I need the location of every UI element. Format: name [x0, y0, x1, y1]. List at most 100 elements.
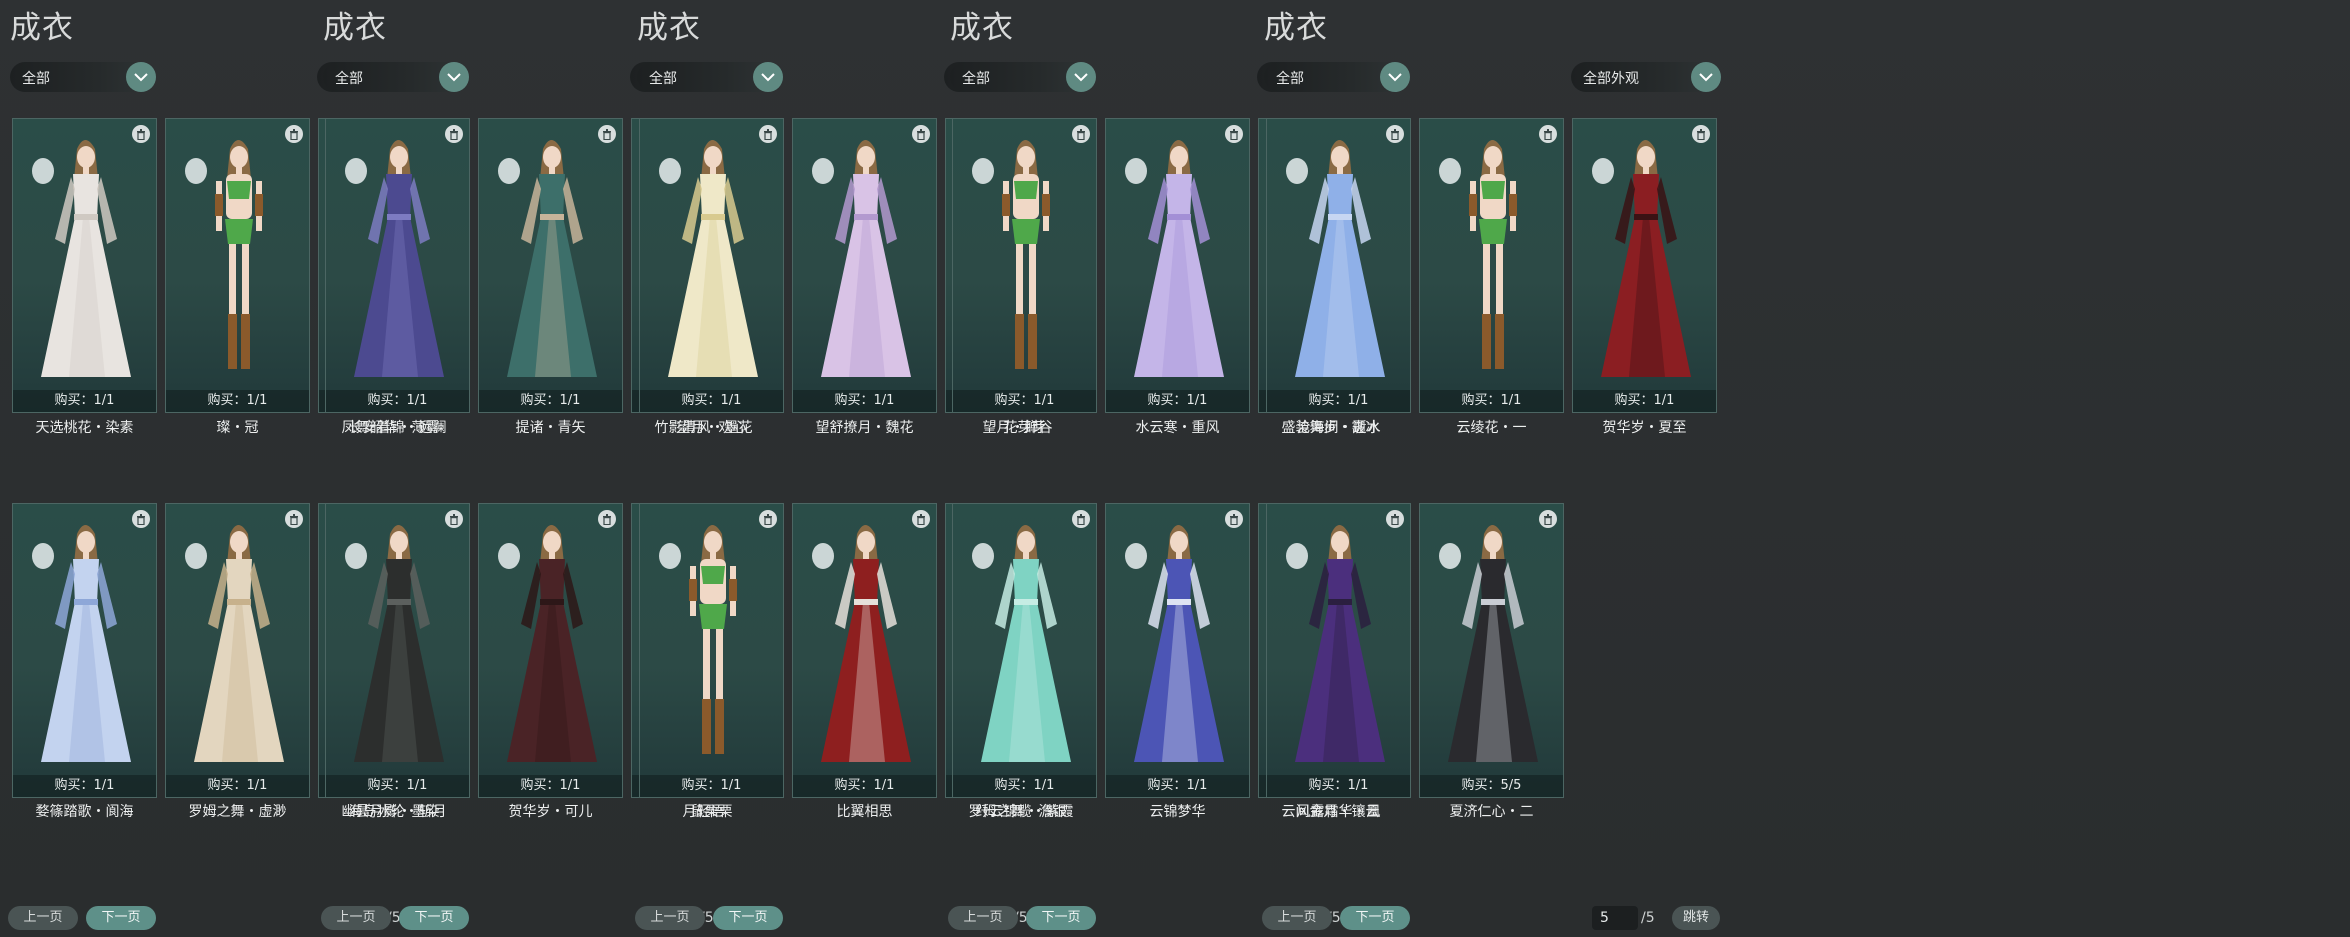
- character-figure: [1439, 140, 1517, 369]
- character-figure: [1592, 140, 1691, 377]
- character-figure: [32, 525, 131, 762]
- next-page-button[interactable]: 下一页: [86, 906, 156, 930]
- purchase-count: 购买：1/1: [166, 390, 309, 412]
- purchase-count: 购买：1/1: [640, 775, 783, 797]
- trash-icon[interactable]: [445, 125, 463, 143]
- trash-icon[interactable]: [1692, 125, 1710, 143]
- outfit-card[interactable]: 购买：1/1: [165, 503, 310, 798]
- page-title: 成衣: [10, 10, 74, 46]
- character-figure: [659, 525, 737, 754]
- trash-icon[interactable]: [1225, 125, 1243, 143]
- purchase-count: 购买：1/1: [166, 775, 309, 797]
- trash-icon[interactable]: [912, 510, 930, 528]
- chevron-down-icon[interactable]: [126, 62, 156, 92]
- character-figure: [345, 525, 444, 762]
- outfit-card[interactable]: 购买：1/1: [12, 503, 157, 798]
- trash-icon[interactable]: [1386, 125, 1404, 143]
- trash-icon[interactable]: [132, 510, 150, 528]
- category-dropdown-label: 全部: [1276, 71, 1304, 87]
- chevron-down-icon[interactable]: [753, 62, 783, 92]
- outfit-card[interactable]: 购买：1/1: [1266, 118, 1411, 413]
- chevron-down-icon[interactable]: [439, 62, 469, 92]
- trash-icon[interactable]: [1072, 125, 1090, 143]
- trash-icon[interactable]: [445, 510, 463, 528]
- outfit-card[interactable]: 购买：1/1: [952, 503, 1097, 798]
- outfit-card[interactable]: 购买：1/1: [478, 118, 623, 413]
- outfit-card[interactable]: 购买：1/1: [1419, 118, 1564, 413]
- prev-page-button[interactable]: 上一页: [321, 906, 391, 930]
- purchase-count: 购买：1/1: [793, 775, 936, 797]
- trash-icon[interactable]: [285, 510, 303, 528]
- jump-button[interactable]: 跳转: [1672, 906, 1720, 930]
- appearance-dropdown-label: 全部外观: [1583, 71, 1639, 87]
- trash-icon[interactable]: [132, 125, 150, 143]
- category-dropdown[interactable]: 全部: [637, 62, 783, 92]
- character-figure: [32, 140, 131, 377]
- chevron-down-icon[interactable]: [1066, 62, 1096, 92]
- trash-icon[interactable]: [1539, 125, 1557, 143]
- prev-page-button[interactable]: 上一页: [1262, 906, 1332, 930]
- character-figure: [812, 525, 911, 762]
- trash-icon[interactable]: [912, 125, 930, 143]
- purchase-count: 购买：1/1: [1106, 390, 1249, 412]
- chevron-down-icon[interactable]: [1380, 62, 1410, 92]
- purchase-count: 购买：1/1: [953, 775, 1096, 797]
- next-page-button[interactable]: 下一页: [1340, 906, 1410, 930]
- category-dropdown[interactable]: 全部: [950, 62, 1096, 92]
- character-figure: [185, 140, 263, 369]
- category-dropdown[interactable]: 全部: [10, 62, 156, 92]
- category-dropdown[interactable]: 全部: [323, 62, 469, 92]
- prev-page-button[interactable]: 上一页: [635, 906, 705, 930]
- outfit-card[interactable]: 购买：1/1: [165, 118, 310, 413]
- trash-icon[interactable]: [1539, 510, 1557, 528]
- outfit-card[interactable]: 购买：1/1: [792, 503, 937, 798]
- character-figure: [1286, 140, 1385, 377]
- outfit-name: 贺华岁・夏至: [1602, 420, 1687, 436]
- outfit-card[interactable]: 购买：1/1: [1105, 503, 1250, 798]
- trash-icon[interactable]: [759, 125, 777, 143]
- next-page-button[interactable]: 下一页: [713, 906, 783, 930]
- outfit-name: 云绫花・一: [1456, 420, 1527, 436]
- outfit-card[interactable]: 购买：1/1: [12, 118, 157, 413]
- chevron-down-icon[interactable]: [1691, 62, 1721, 92]
- purchase-count: 购买：1/1: [1573, 390, 1716, 412]
- character-figure: [1125, 525, 1224, 762]
- outfit-card[interactable]: 购买：1/1: [1572, 118, 1717, 413]
- purchase-count: 购买：1/1: [1267, 775, 1410, 797]
- purchase-count: 购买：5/5: [1420, 775, 1563, 797]
- outfit-card[interactable]: 购买：1/1: [952, 118, 1097, 413]
- trash-icon[interactable]: [1386, 510, 1404, 528]
- category-dropdown[interactable]: 全部: [1264, 62, 1410, 92]
- trash-icon[interactable]: [598, 125, 616, 143]
- outfit-card[interactable]: 购买：1/1: [1105, 118, 1250, 413]
- outfit-card[interactable]: 购买：5/5: [1419, 503, 1564, 798]
- character-figure: [185, 525, 284, 762]
- prev-page-button[interactable]: 上一页: [8, 906, 78, 930]
- page-title: 成衣: [1264, 10, 1328, 46]
- outfit-name: 婺篠踏歌・阆海: [35, 804, 134, 820]
- purchase-count: 购买：1/1: [793, 390, 936, 412]
- character-figure: [659, 140, 758, 377]
- next-page-button[interactable]: 下一页: [399, 906, 469, 930]
- trash-icon[interactable]: [1225, 510, 1243, 528]
- purchase-count: 购买：1/1: [1420, 390, 1563, 412]
- next-page-button[interactable]: 下一页: [1026, 906, 1096, 930]
- outfit-card[interactable]: 购买：1/1: [1266, 503, 1411, 798]
- prev-page-button[interactable]: 上一页: [948, 906, 1018, 930]
- outfit-card[interactable]: 购买：1/1: [639, 118, 784, 413]
- page-number-input[interactable]: 5: [1592, 906, 1638, 930]
- trash-icon[interactable]: [759, 510, 777, 528]
- purchase-count: 购买：1/1: [13, 775, 156, 797]
- outfit-card[interactable]: 购买：1/1: [639, 503, 784, 798]
- outfit-card[interactable]: 购买：1/1: [325, 503, 470, 798]
- trash-icon[interactable]: [285, 125, 303, 143]
- outfit-card[interactable]: 购买：1/1: [325, 118, 470, 413]
- outfit-name: 鼠栗栗: [690, 804, 733, 820]
- character-figure: [1125, 140, 1224, 377]
- outfit-card[interactable]: 购买：1/1: [478, 503, 623, 798]
- appearance-dropdown[interactable]: 全部外观: [1571, 62, 1721, 92]
- outfit-name: 璨・冠: [216, 420, 259, 436]
- trash-icon[interactable]: [598, 510, 616, 528]
- outfit-card[interactable]: 购买：1/1: [792, 118, 937, 413]
- trash-icon[interactable]: [1072, 510, 1090, 528]
